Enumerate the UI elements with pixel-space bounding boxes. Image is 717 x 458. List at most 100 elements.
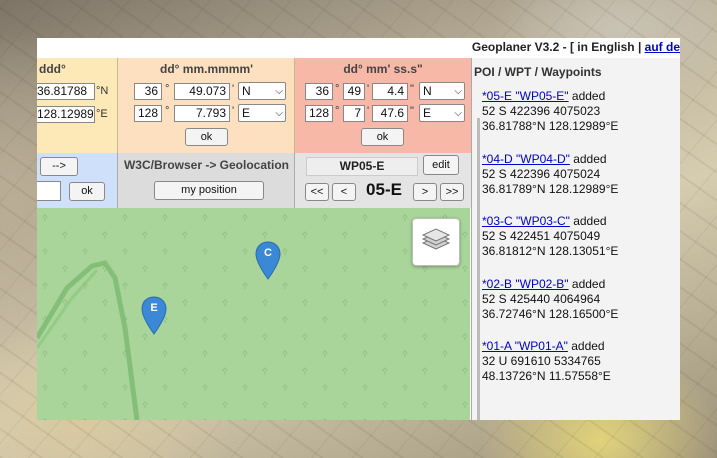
waypoint-added-text: added <box>568 89 606 103</box>
waypoint-coord: 36.81789°N 128.12989°E <box>482 182 619 196</box>
chevron-down-icon: ⌵ <box>275 108 283 119</box>
waypoint-coord: 48.13726°N 11.57558°E <box>482 369 611 383</box>
waypoint-coord: 36.72746°N 128.16500°E <box>482 307 619 321</box>
dms-lat-deg-symbol: ° <box>335 83 340 95</box>
degrees-minutes-header: dd° mm.mmmm' <box>160 62 253 76</box>
dms-lon-hemisphere-select[interactable]: E ⌵ <box>419 104 465 122</box>
geoplaner-window: Geoplaner V3.2 - [ in English | auf de d… <box>37 38 680 420</box>
dm-lon-degrees-input[interactable]: 128 <box>134 105 162 122</box>
convert-input[interactable] <box>37 181 61 201</box>
dm-lon-minutes-input[interactable]: 7.793 <box>174 105 230 122</box>
map-marker-e[interactable]: E <box>141 296 167 336</box>
chevron-down-icon: ⌵ <box>454 108 462 119</box>
decimal-degrees-header: ddd° <box>39 62 66 76</box>
convert-ok-button[interactable]: ok <box>69 182 105 201</box>
title-bar: Geoplaner V3.2 - [ in English | auf de <box>37 38 680 58</box>
last-waypoint-button[interactable]: >> <box>440 183 464 201</box>
first-waypoint-button[interactable]: << <box>305 183 329 201</box>
dms-lat-hemisphere-value: N <box>423 84 432 98</box>
dms-lon-min-symbol: ' <box>367 105 370 117</box>
dm-lat-hemisphere-value: N <box>242 84 251 98</box>
map-terrain <box>37 208 470 420</box>
dms-header: dd° mm' ss.s" <box>343 62 423 76</box>
layers-icon <box>421 228 451 250</box>
waypoint-link[interactable]: *04-D "WP04-D" <box>482 152 570 166</box>
waypoint-nav-panel: WP05-E edit << < 05-E > >> <box>294 153 471 208</box>
dms-lat-min-symbol: ' <box>367 83 370 95</box>
waypoint-link[interactable]: *01-A "WP01-A" <box>482 339 568 353</box>
german-language-link[interactable]: auf de <box>645 40 680 54</box>
dms-lon-degrees-input[interactable]: 128 <box>305 105 333 122</box>
waypoint-utm: 52 S 422451 4075049 <box>482 229 601 243</box>
waypoint-added-text: added <box>567 339 605 353</box>
dm-lon-min-symbol: ' <box>232 105 235 117</box>
map-view[interactable]: C E <box>37 208 470 420</box>
convert-arrow-button[interactable]: --> <box>40 157 78 176</box>
app-title-lang: in English <box>577 40 635 54</box>
dm-ok-button[interactable]: ok <box>185 128 228 146</box>
dms-lon-deg-symbol: ° <box>335 105 340 117</box>
waypoint-list-scrollbar[interactable] <box>477 118 480 420</box>
list-item: *05-E "WP05-E" added 52 S 422396 4075023… <box>482 89 618 134</box>
waypoint-coord: 36.81788°N 128.12989°E <box>482 119 619 133</box>
waypoint-link[interactable]: *03-C "WP03-C" <box>482 214 570 228</box>
dm-lat-min-symbol: ' <box>232 83 235 95</box>
decimal-lat-input[interactable]: 36.81788 <box>37 83 95 100</box>
dms-lat-hemisphere-select[interactable]: N ⌵ <box>419 82 465 100</box>
waypoint-link[interactable]: *02-B "WP02-B" <box>482 277 569 291</box>
dm-lat-degrees-input[interactable]: 36 <box>134 83 162 100</box>
dms-lat-minutes-input[interactable]: 49 <box>343 83 365 100</box>
decimal-lat-unit: °N <box>96 85 109 97</box>
decimal-degrees-panel: ddd° 36.81788 °N 128.12989 °E <box>37 58 117 153</box>
dm-lat-minutes-input[interactable]: 49.073 <box>174 83 230 100</box>
list-item: *03-C "WP03-C" added 52 S 422451 4075049… <box>482 214 618 259</box>
dm-lat-hemisphere-select[interactable]: N ⌵ <box>238 82 286 100</box>
map-marker-c[interactable]: C <box>255 241 281 281</box>
previous-waypoint-button[interactable]: < <box>332 183 356 201</box>
geolocation-panel: W3C/Browser -> Geolocation my position <box>117 153 295 208</box>
waypoint-utm: 52 S 422396 4075024 <box>482 167 601 181</box>
convert-panel: --> ok <box>37 153 117 208</box>
app-title: Geoplaner V3.2 - [ in English | auf de <box>472 40 680 54</box>
waypoint-edit-button[interactable]: edit <box>423 155 459 175</box>
list-item: *04-D "WP04-D" added 52 S 422396 4075024… <box>482 152 618 197</box>
dm-lon-deg-symbol: ° <box>165 105 170 117</box>
geolocation-label: W3C/Browser -> Geolocation <box>123 158 290 172</box>
list-item: *01-A "WP01-A" added 32 U 691610 5334765… <box>482 339 611 384</box>
decimal-lon-unit: °E <box>96 108 108 120</box>
current-waypoint-id: 05-E <box>366 180 402 199</box>
waypoint-added-text: added <box>568 277 606 291</box>
dms-lon-minutes-input[interactable]: 7 <box>343 105 365 122</box>
waypoint-added-text: added <box>569 152 607 166</box>
dms-lon-seconds-input[interactable]: 47.6 <box>372 105 408 122</box>
dms-lat-seconds-input[interactable]: 4.4 <box>372 83 408 100</box>
waypoint-utm: 32 U 691610 5334765 <box>482 354 601 368</box>
app-title-separator: | <box>634 40 645 54</box>
dm-lon-hemisphere-select[interactable]: E ⌵ <box>238 104 286 122</box>
layers-button[interactable] <box>412 218 460 266</box>
degrees-minutes-panel: dd° mm.mmmm' 36 ° 49.073 ' N ⌵ 128 ° 7.79… <box>117 58 295 153</box>
list-item: *02-B "WP02-B" added 52 S 425440 4064964… <box>482 277 618 322</box>
chevron-down-icon: ⌵ <box>275 86 283 97</box>
waypoint-list-panel: POI / WPT / Waypoints *05-E "WP05-E" add… <box>471 58 680 420</box>
waypoint-utm: 52 S 422396 4075023 <box>482 104 601 118</box>
app-title-prefix: Geoplaner V3.2 - [ <box>471 40 578 54</box>
dm-lon-hemisphere-value: E <box>242 106 251 120</box>
map-marker-label: E <box>150 302 158 314</box>
dms-ok-button[interactable]: ok <box>361 128 404 146</box>
dms-lon-hemisphere-value: E <box>423 106 432 120</box>
waypoint-name-display: WP05-E <box>306 157 418 176</box>
map-marker-label: C <box>264 247 272 259</box>
next-waypoint-button[interactable]: > <box>413 183 437 201</box>
degrees-minutes-seconds-panel: dd° mm' ss.s" 36 ° 49 ' 4.4 " N ⌵ 128 ° 7… <box>294 58 471 153</box>
waypoint-list-header: POI / WPT / Waypoints <box>474 65 602 79</box>
dms-lat-degrees-input[interactable]: 36 <box>305 83 333 100</box>
decimal-lon-input[interactable]: 128.12989 <box>37 106 95 123</box>
dms-lat-sec-symbol: " <box>410 83 414 95</box>
waypoint-link[interactable]: *05-E "WP05-E" <box>482 89 569 103</box>
waypoint-added-text: added <box>569 214 607 228</box>
dm-lat-deg-symbol: ° <box>165 83 170 95</box>
dms-lon-sec-symbol: " <box>410 105 414 117</box>
waypoint-utm: 52 S 425440 4064964 <box>482 292 601 306</box>
my-position-button[interactable]: my position <box>154 181 264 200</box>
